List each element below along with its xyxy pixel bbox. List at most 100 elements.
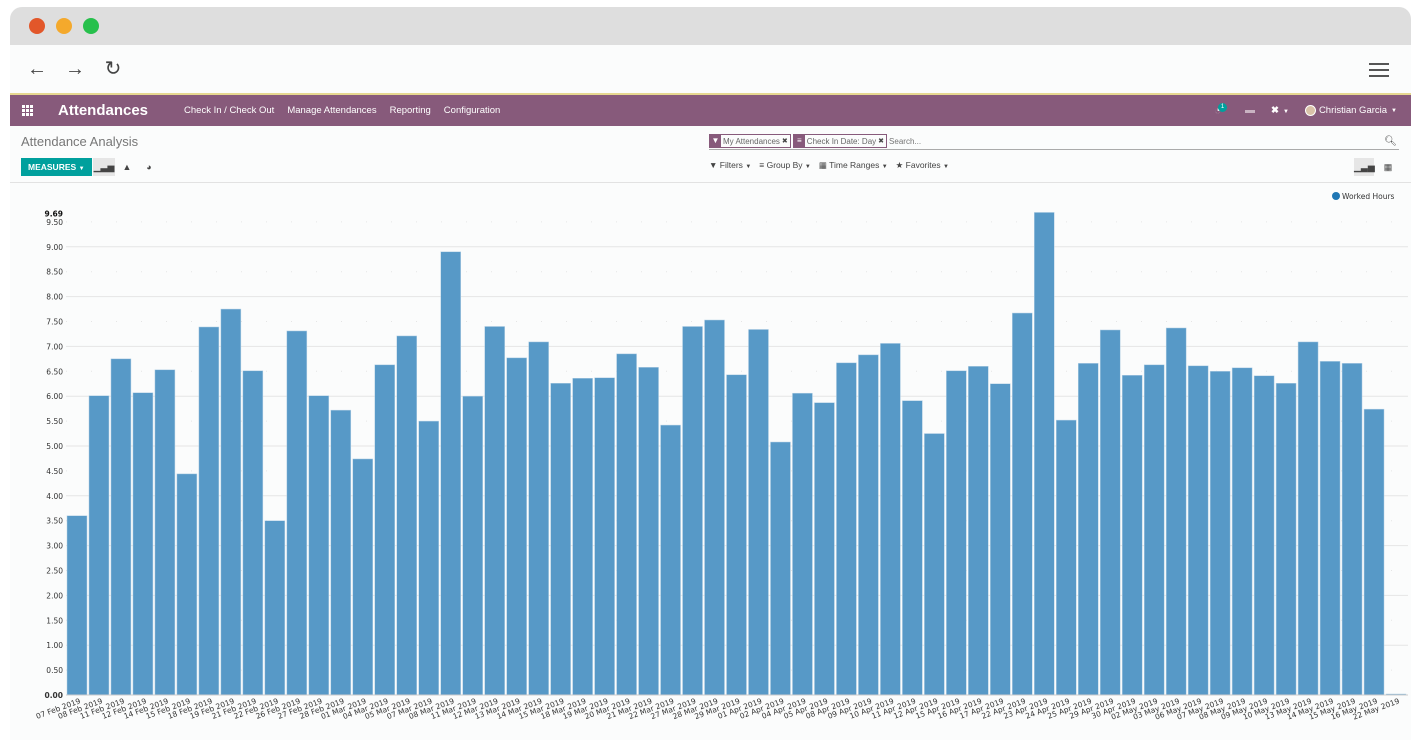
back-arrow-icon[interactable]: ← <box>26 58 48 80</box>
graph-view-button[interactable]: ▁▃▅ <box>1354 158 1375 176</box>
caret-down-icon: ▼ <box>745 164 752 170</box>
bar-09-apr-2019[interactable] <box>858 354 879 696</box>
search-facet-my-attendances[interactable]: ▼ My Attendances ✖ <box>709 134 791 148</box>
bar-22-apr-2019[interactable] <box>1012 312 1033 696</box>
bar-13-mar-2019[interactable] <box>506 357 527 696</box>
bar-14-mar-2019[interactable] <box>528 341 549 696</box>
measures-dropdown-button[interactable]: MEASURES ▼ <box>21 158 92 176</box>
bar-01-mar-2019[interactable] <box>352 458 374 696</box>
hamburger-menu-icon[interactable] <box>1369 63 1389 81</box>
bar-19-mar-2019[interactable] <box>594 377 615 696</box>
calendar-icon: ▦ <box>818 160 827 170</box>
search-icon[interactable]: 🔍︎ <box>1384 136 1397 147</box>
bar-01-apr-2019[interactable] <box>748 329 769 696</box>
bar-02-apr-2019[interactable] <box>770 441 791 696</box>
bar-08-mar-2019[interactable] <box>440 251 461 696</box>
bar-07-may-2019[interactable] <box>1209 371 1231 696</box>
bar-13-may-2019[interactable] <box>1297 341 1319 696</box>
apps-grid-icon[interactable] <box>22 104 36 117</box>
bar-28-feb-2019[interactable] <box>330 409 352 696</box>
filters-dropdown[interactable]: ▼ Filters ▼ <box>709 160 751 171</box>
activity-count-badge: 1 <box>1218 103 1228 112</box>
bar-27-mar-2019[interactable] <box>682 326 703 696</box>
bar-28-mar-2019[interactable] <box>704 319 725 696</box>
bar-15-feb-2019[interactable] <box>176 473 198 696</box>
bar-11-feb-2019[interactable] <box>110 358 132 696</box>
bar-02-may-2019[interactable] <box>1143 364 1165 696</box>
bar-12-apr-2019[interactable] <box>924 433 945 696</box>
search-facet-check-in-date[interactable]: ≡ Check In Date: Day ✖ <box>792 134 888 148</box>
bar-08-feb-2019[interactable] <box>88 395 110 696</box>
bar-26-feb-2019[interactable] <box>286 330 308 696</box>
bar-10-may-2019[interactable] <box>1275 383 1297 696</box>
bar-21-mar-2019[interactable] <box>638 367 659 696</box>
bar-18-feb-2019[interactable] <box>198 326 220 696</box>
menu-reporting[interactable]: Reporting <box>390 105 431 116</box>
bar-16-apr-2019[interactable] <box>968 366 989 696</box>
favorites-dropdown[interactable]: ★ Favorites ▼ <box>896 160 949 171</box>
menu-manage-attendances[interactable]: Manage Attendances <box>287 105 376 116</box>
bar-21-feb-2019[interactable] <box>242 370 264 696</box>
line-chart-mode-button[interactable]: ▲ <box>116 158 138 176</box>
facet-label: My Attendances <box>723 136 780 146</box>
bar-19-feb-2019[interactable] <box>220 308 242 696</box>
user-menu[interactable]: Christian Garcia ▼ <box>1304 105 1397 116</box>
bar-07-mar-2019[interactable] <box>418 420 439 696</box>
bar-07-feb-2019[interactable] <box>66 515 88 696</box>
pie-chart-mode-button[interactable]: ◕ <box>138 158 160 176</box>
bar-24-apr-2019[interactable] <box>1056 419 1077 696</box>
bar-22-mar-2019[interactable] <box>660 424 681 696</box>
legend-label-worked-hours[interactable]: Worked Hours <box>1342 192 1395 201</box>
bar-04-apr-2019[interactable] <box>792 392 813 696</box>
close-window-button[interactable] <box>29 18 45 34</box>
bar-12-feb-2019[interactable] <box>132 392 154 696</box>
measures-label: MEASURES <box>28 162 77 172</box>
bar-11-apr-2019[interactable] <box>902 400 923 696</box>
bar-04-mar-2019[interactable] <box>374 364 396 696</box>
bar-06-may-2019[interactable] <box>1187 365 1209 696</box>
time-ranges-dropdown[interactable]: ▦ Time Ranges ▼ <box>819 160 888 171</box>
forward-arrow-icon[interactable]: → <box>64 58 86 80</box>
bar-30-apr-2019[interactable] <box>1121 375 1143 696</box>
app-title[interactable]: Attendances <box>58 102 148 119</box>
bar-18-mar-2019[interactable] <box>572 378 593 696</box>
bar-08-apr-2019[interactable] <box>836 362 857 696</box>
bar-22-feb-2019[interactable] <box>264 520 286 696</box>
search-input[interactable] <box>889 136 1385 146</box>
bar-29-apr-2019[interactable] <box>1099 329 1121 696</box>
bar-16-may-2019[interactable] <box>1363 408 1385 696</box>
bar-05-mar-2019[interactable] <box>396 335 417 696</box>
bar-chart-mode-button[interactable]: ▁▃▅ <box>93 158 115 176</box>
menu-configuration[interactable]: Configuration <box>444 105 501 116</box>
minimize-window-button[interactable] <box>56 18 72 34</box>
user-name: Christian Garcia <box>1318 105 1388 116</box>
bar-15-may-2019[interactable] <box>1341 363 1363 696</box>
remove-facet-icon[interactable]: ✖ <box>782 137 790 145</box>
bar-25-apr-2019[interactable] <box>1077 363 1099 696</box>
bar-14-may-2019[interactable] <box>1319 361 1341 696</box>
bar-23-apr-2019[interactable] <box>1034 212 1055 696</box>
bar-10-apr-2019[interactable] <box>880 343 901 696</box>
pivot-view-button[interactable]: ▦ <box>1378 158 1398 176</box>
bar-03-may-2019[interactable] <box>1165 327 1187 696</box>
menu-check-in-out[interactable]: Check In / Check Out <box>184 105 274 116</box>
bar-12-mar-2019[interactable] <box>484 326 505 696</box>
group-by-dropdown[interactable]: ≡ Group By ▼ <box>759 160 811 171</box>
bar-17-apr-2019[interactable] <box>990 383 1011 696</box>
bar-27-feb-2019[interactable] <box>308 395 330 696</box>
bar-05-apr-2019[interactable] <box>814 402 835 696</box>
bar-14-feb-2019[interactable] <box>154 369 176 696</box>
remove-facet-icon[interactable]: ✖ <box>878 137 886 145</box>
bar-15-mar-2019[interactable] <box>550 383 571 696</box>
bar-29-mar-2019[interactable] <box>726 374 747 696</box>
bar-08-may-2019[interactable] <box>1231 367 1253 696</box>
bar-20-mar-2019[interactable] <box>616 353 637 696</box>
activity-button[interactable]: ◔ 1 <box>1214 103 1228 117</box>
bar-09-may-2019[interactable] <box>1253 375 1275 696</box>
reload-icon[interactable]: ↻ <box>102 58 124 80</box>
bar-15-apr-2019[interactable] <box>946 370 967 696</box>
debug-tools-button[interactable]: ✖ ▼ <box>1271 105 1289 116</box>
chat-icon[interactable]: ▬ <box>1245 105 1255 116</box>
bar-11-mar-2019[interactable] <box>462 395 483 696</box>
maximize-window-button[interactable] <box>83 18 99 34</box>
